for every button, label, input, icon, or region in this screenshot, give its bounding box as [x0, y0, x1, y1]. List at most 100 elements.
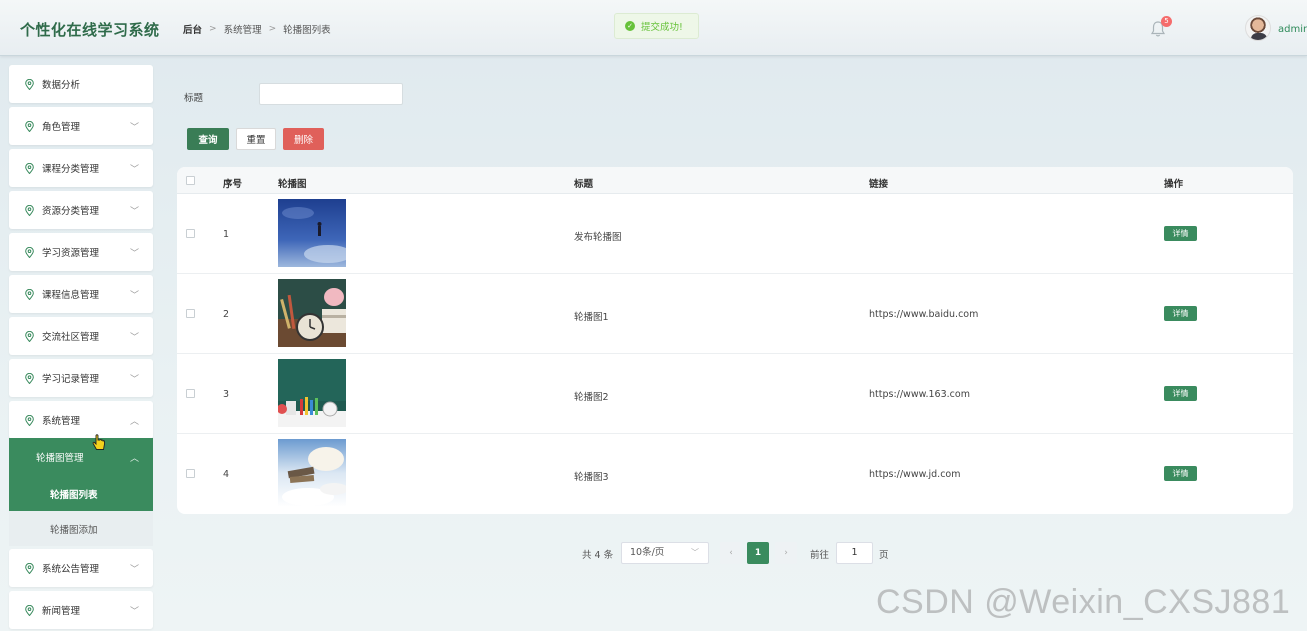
location-pin-icon: [25, 78, 34, 90]
table-row: 3 轮播图2 https://www.163.com 详情: [177, 354, 1293, 434]
success-toast: ✓ 提交成功!: [614, 13, 699, 39]
delete-button[interactable]: 删除: [283, 128, 324, 150]
pagination-total: 共 4 条: [582, 550, 614, 561]
row-index: 2: [223, 309, 230, 320]
row-link[interactable]: https://www.baidu.com: [869, 309, 978, 320]
app-title: 个性化在线学习系统: [20, 21, 160, 39]
sidebar-item-community[interactable]: 交流社区管理 ﹀: [9, 317, 153, 355]
toast-message: 提交成功!: [641, 22, 683, 33]
chevron-down-icon: ﹀: [129, 165, 139, 175]
chevron-down-icon: ﹀: [129, 333, 139, 343]
row-index: 3: [223, 389, 230, 400]
sidebar-item-announcement[interactable]: 系统公告管理 ﹀: [9, 549, 153, 587]
sidebar-item-news[interactable]: 新闻管理 ﹀: [9, 591, 153, 629]
title-search-input[interactable]: [259, 83, 403, 105]
sidebar-item-learning-record[interactable]: 学习记录管理 ﹀: [9, 359, 153, 397]
chevron-down-icon: ﹀: [129, 607, 139, 617]
sidebar-item-label: 系统公告管理: [42, 564, 100, 575]
page-size-select[interactable]: 10条/页 ﹀: [621, 542, 709, 564]
column-header-image: 轮播图: [278, 179, 307, 190]
page-unit-label: 页: [879, 550, 889, 561]
goto-page-input[interactable]: 1: [836, 542, 873, 564]
next-page-button[interactable]: ›: [775, 542, 797, 564]
table-header: 序号 轮播图 标题 链接 操作: [177, 167, 1293, 194]
detail-button[interactable]: 详情: [1164, 306, 1197, 321]
chevron-up-icon: ︿: [129, 454, 139, 464]
sidebar-item-label: 系统管理: [42, 416, 81, 427]
chevron-right-icon: >: [209, 24, 217, 34]
location-pin-icon: [25, 246, 34, 258]
sidebar-item-label: 课程信息管理: [42, 290, 100, 301]
location-pin-icon: [25, 120, 34, 132]
row-index: 1: [223, 229, 230, 240]
row-link[interactable]: https://www.jd.com: [869, 469, 961, 480]
reset-button[interactable]: 重置: [236, 128, 276, 150]
location-pin-icon: [25, 562, 34, 574]
goto-label: 前往: [810, 550, 830, 561]
carousel-thumbnail: [278, 359, 346, 427]
hand-cursor-icon: [92, 434, 105, 450]
select-all-checkbox[interactable]: [186, 176, 195, 185]
chevron-down-icon: ﹀: [129, 291, 139, 301]
chevron-down-icon: ﹀: [129, 375, 139, 385]
row-title: 轮播图2: [574, 392, 609, 403]
sidebar-item-label: 学习记录管理: [42, 374, 100, 385]
sidebar-item-carousel-list[interactable]: 轮播图列表: [9, 476, 153, 511]
location-pin-icon: [25, 162, 34, 174]
sidebar-item-carousel-add[interactable]: 轮播图添加: [9, 511, 153, 546]
page-size-value: 10条/页: [630, 547, 665, 558]
carousel-table: 序号 轮播图 标题 链接 操作 1 发布轮播图 详情 2 轮播图1 https:…: [177, 167, 1293, 514]
column-header-index: 序号: [223, 179, 243, 190]
column-header-action: 操作: [1164, 179, 1184, 190]
page-number-button[interactable]: 1: [747, 542, 769, 564]
column-header-link: 链接: [869, 179, 889, 190]
detail-button[interactable]: 详情: [1164, 466, 1197, 481]
detail-button[interactable]: 详情: [1164, 226, 1197, 241]
location-pin-icon: [25, 604, 34, 616]
breadcrumb-item-home[interactable]: 后台: [183, 22, 202, 36]
table-row: 2 轮播图1 https://www.baidu.com 详情: [177, 274, 1293, 354]
sidebar-item-course-category[interactable]: 课程分类管理 ﹀: [9, 149, 153, 187]
sidebar-item-role[interactable]: 角色管理 ﹀: [9, 107, 153, 145]
prev-page-button[interactable]: ‹: [720, 542, 742, 564]
row-checkbox[interactable]: [186, 389, 195, 398]
breadcrumb-item-system[interactable]: 系统管理: [224, 22, 262, 36]
breadcrumb: 后台 > 系统管理 > 轮播图列表: [183, 22, 331, 36]
sidebar-item-label: 角色管理: [42, 122, 81, 133]
row-title: 发布轮播图: [574, 232, 622, 243]
table-row: 4 轮播图3 https://www.jd.com 详情: [177, 434, 1293, 514]
chevron-down-icon: ﹀: [691, 548, 699, 557]
row-checkbox[interactable]: [186, 469, 195, 478]
carousel-thumbnail: [278, 199, 346, 267]
sidebar-item-label: 交流社区管理: [42, 332, 100, 343]
location-pin-icon: [25, 288, 34, 300]
breadcrumb-item-current: 轮播图列表: [283, 25, 331, 36]
username[interactable]: admin: [1278, 24, 1307, 35]
chevron-down-icon: ﹀: [129, 249, 139, 259]
sidebar-item-resource-category[interactable]: 资源分类管理 ﹀: [9, 191, 153, 229]
watermark: CSDN @Weixin_CXSJ881: [876, 583, 1291, 621]
sidebar-submenu-carousel[interactable]: 轮播图管理 ︿: [9, 438, 153, 476]
column-header-title: 标题: [574, 179, 594, 190]
location-pin-icon: [25, 372, 34, 384]
chevron-down-icon: ﹀: [129, 207, 139, 217]
sidebar-item-learning-resource[interactable]: 学习资源管理 ﹀: [9, 233, 153, 271]
row-checkbox[interactable]: [186, 229, 195, 238]
chevron-right-icon: ›: [784, 548, 788, 558]
location-pin-icon: [25, 414, 34, 426]
row-link[interactable]: https://www.163.com: [869, 389, 970, 400]
title-search-label: 标题: [184, 93, 204, 104]
sidebar-item-course-info[interactable]: 课程信息管理 ﹀: [9, 275, 153, 313]
chevron-up-icon: ︿: [129, 417, 139, 427]
row-title: 轮播图3: [574, 472, 609, 483]
sidebar-item-data-analysis[interactable]: 数据分析: [9, 65, 153, 103]
chevron-right-icon: >: [268, 24, 277, 34]
top-header: 个性化在线学习系统 后台 > 系统管理 > 轮播图列表 ✓ 提交成功!: [0, 0, 1307, 56]
chevron-down-icon: ﹀: [129, 565, 139, 575]
query-button[interactable]: 查询: [187, 128, 229, 150]
row-checkbox[interactable]: [186, 309, 195, 318]
sidebar-item-system[interactable]: 系统管理 ︿: [9, 401, 153, 439]
detail-button[interactable]: 详情: [1164, 386, 1197, 401]
sidebar-item-label: 数据分析: [42, 80, 81, 91]
avatar[interactable]: [1245, 15, 1271, 41]
